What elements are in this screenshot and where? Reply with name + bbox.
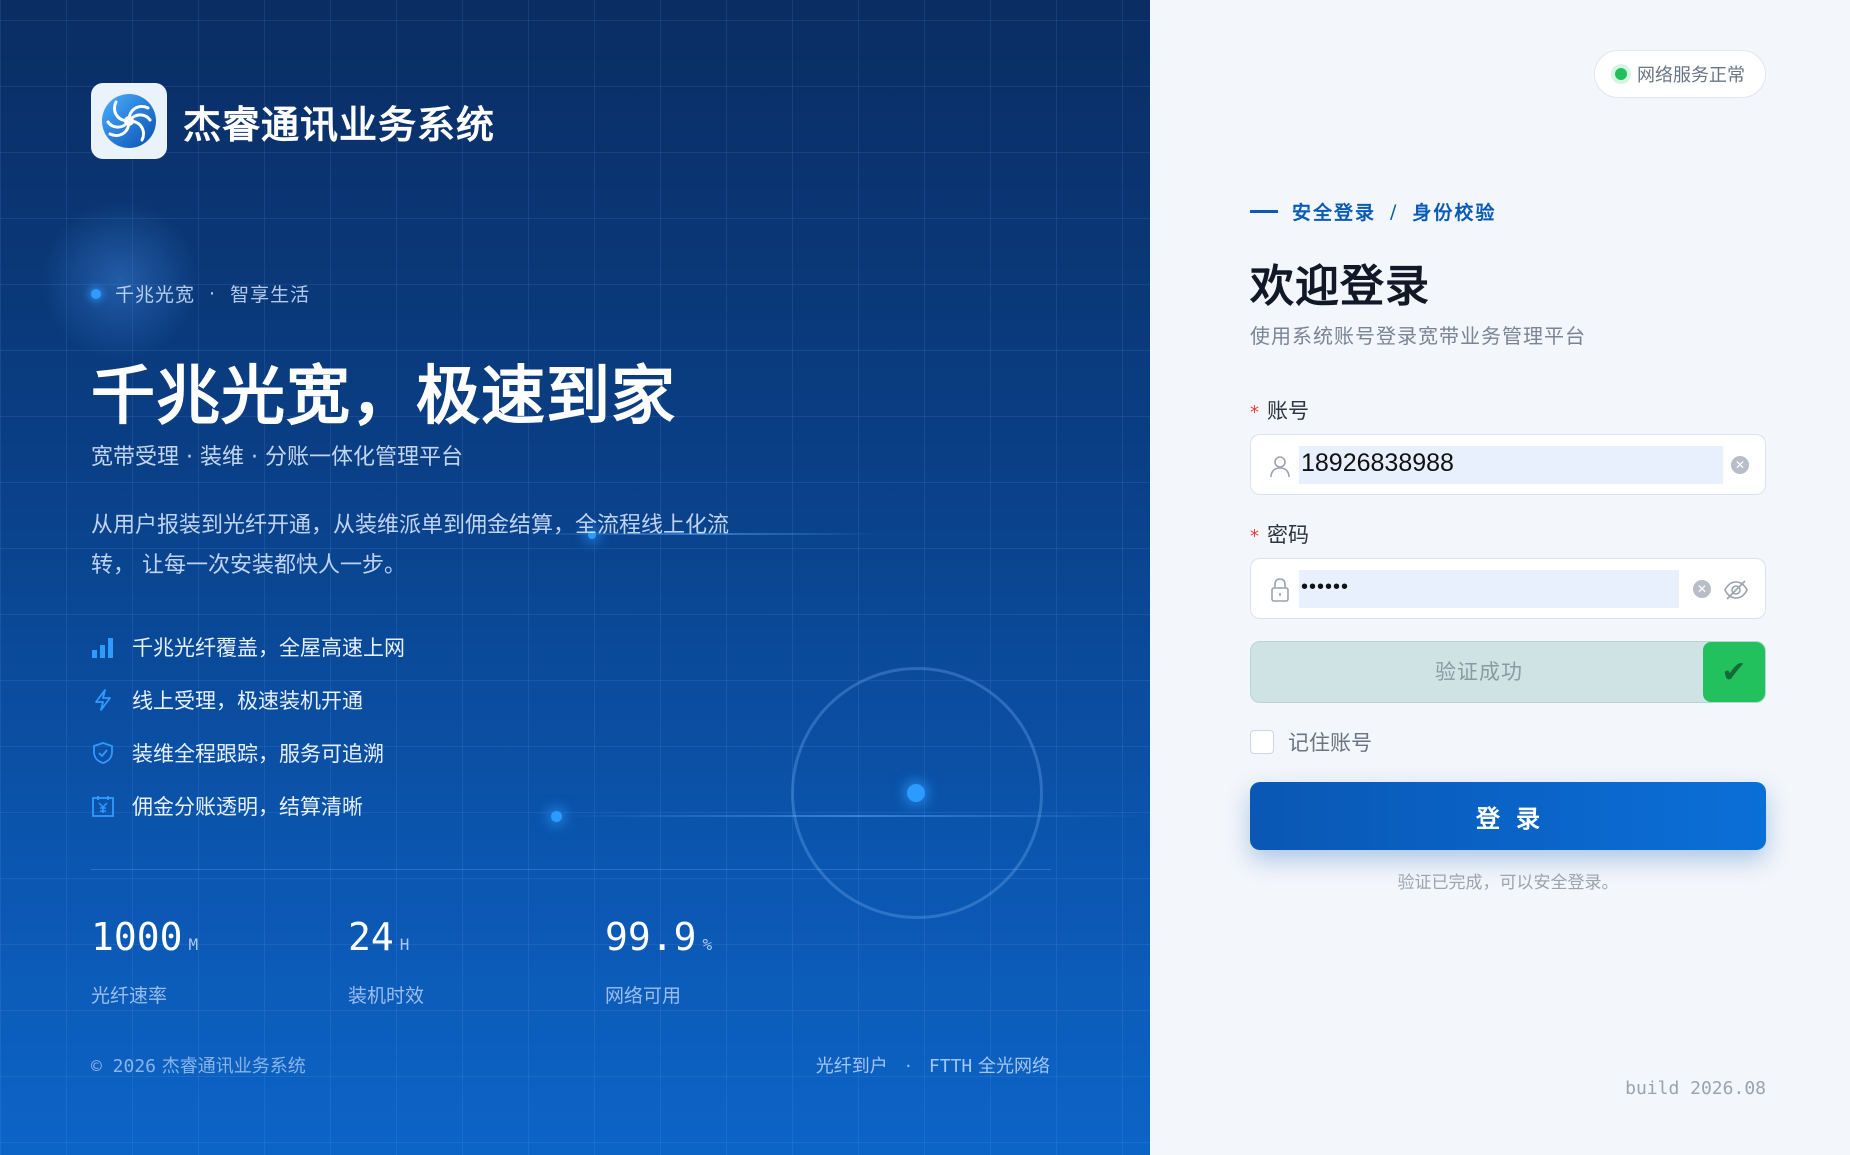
tagline-part-2: 智享生活	[230, 284, 311, 306]
login-panel: 网络服务正常 安全登录 / 身份校验 欢迎登录 使用系统账号登录宽带业务管理平台…	[1150, 0, 1850, 1155]
required-mark: *	[1250, 402, 1259, 423]
account-input[interactable]: 18926838988	[1301, 449, 1454, 478]
stat-label: 装机时效	[348, 985, 425, 1007]
stat-value: 24	[348, 915, 394, 959]
stat-item: 24 H 装机时效	[348, 915, 605, 1008]
stat-label: 网络可用	[605, 985, 682, 1007]
swirl-logo-icon	[91, 83, 167, 159]
breadcrumb: 安全登录 / 身份校验	[1250, 198, 1496, 225]
hero-subtitle: 宽带受理 · 装维 · 分账一体化管理平台	[91, 445, 463, 470]
page-title: 欢迎登录	[1250, 261, 1430, 312]
lock-icon	[1267, 577, 1293, 603]
stat-item: 99.9% 网络可用	[605, 915, 862, 1008]
breadcrumb-item: 身份校验	[1412, 202, 1497, 224]
captcha-handle[interactable]: ✔	[1703, 642, 1765, 702]
autofill-highlight	[1299, 570, 1679, 608]
stat-label: 光纤速率	[91, 985, 168, 1007]
yen-calendar-icon	[91, 794, 115, 818]
feature-item: 线上受理，极速装机开通	[91, 673, 405, 726]
password-field[interactable]: •••••• ✕	[1250, 558, 1766, 619]
slider-captcha[interactable]: 验证成功 ✔	[1250, 641, 1766, 703]
clear-icon[interactable]: ✕	[1693, 580, 1711, 598]
glow-dot	[551, 811, 562, 822]
stat-item: 1000 M 光纤速率	[91, 915, 348, 1008]
network-status-badge: 网络服务正常	[1594, 50, 1766, 98]
hero-description: 从用户报装到光纤开通，从装维派单到佣金结算，全流程线上化流转， 让每一次安装都快…	[91, 513, 730, 578]
copyright-name: 杰睿通讯业务系统	[161, 1056, 306, 1077]
promo-panel: 杰睿通讯业务系统 千兆光宽 · 智享生活 千兆光宽，极速到家 宽带受理 · 装维…	[0, 0, 1150, 1155]
hero-title: 千兆光宽，极速到家	[91, 360, 676, 434]
password-input[interactable]: ••••••	[1301, 576, 1349, 599]
footer-slogan-part-2: 全光网络	[978, 1056, 1050, 1077]
tagline-dot	[91, 288, 101, 299]
feature-label: 装维全程跟踪，服务可追溯	[132, 741, 384, 766]
feature-item: 装维全程跟踪，服务可追溯	[91, 726, 405, 779]
stat-unit: H	[399, 935, 410, 954]
password-label: * 密码	[1250, 519, 1309, 549]
build-version: build 2026.08	[1625, 1078, 1766, 1099]
login-button[interactable]: 登录	[1250, 782, 1766, 850]
feature-label: 线上受理，极速装机开通	[132, 688, 363, 713]
password-label-text: 密码	[1267, 523, 1309, 547]
copyright: © 2026 杰睿通讯业务系统	[91, 1052, 306, 1078]
clear-icon[interactable]: ✕	[1731, 456, 1749, 474]
captcha-status-text: 验证成功	[1435, 660, 1523, 684]
feature-item: 千兆光纤覆盖，全屋高速上网	[91, 620, 405, 673]
stat-unit: %	[702, 935, 713, 954]
remember-account[interactable]: 记住账号	[1250, 727, 1372, 757]
breadcrumb-bar	[1250, 210, 1278, 213]
shield-check-icon	[91, 741, 115, 765]
breadcrumb-item: 安全登录	[1292, 202, 1377, 224]
divider	[91, 869, 1051, 870]
remember-checkbox[interactable]	[1250, 730, 1274, 754]
copyright-year: © 2026	[91, 1056, 157, 1077]
breadcrumb-separator: /	[1390, 200, 1399, 223]
brand-name: 杰睿通讯业务系统	[183, 102, 496, 147]
account-field[interactable]: 18926838988 ✕	[1250, 434, 1766, 495]
tagline-separator: ·	[209, 282, 217, 305]
footer-slogan-ftth: FTTH	[928, 1056, 973, 1077]
lightning-icon	[91, 688, 115, 712]
stat-value: 1000	[91, 915, 183, 959]
remember-label: 记住账号	[1288, 731, 1372, 755]
login-hint: 验证已完成，可以安全登录。	[1397, 873, 1619, 893]
footer-slogan: 光纤到户 · FTTH 全光网络	[816, 1052, 1050, 1078]
feature-label: 佣金分账透明，结算清晰	[132, 794, 363, 819]
feature-list: 千兆光纤覆盖，全屋高速上网 线上受理，极速装机开通 装维全程跟踪，服务可追溯 佣…	[91, 620, 405, 832]
footer-slogan-part-1: 光纤到户	[815, 1056, 888, 1077]
stat-unit: M	[188, 935, 199, 954]
eye-off-icon[interactable]	[1723, 577, 1749, 603]
account-label: * 账号	[1250, 395, 1309, 425]
checkmark-icon: ✔	[1721, 654, 1747, 690]
brand: 杰睿通讯业务系统	[91, 83, 495, 159]
required-mark: *	[1250, 526, 1259, 547]
footer-slogan-separator: ·	[905, 1056, 912, 1077]
account-label-text: 账号	[1267, 399, 1309, 423]
signal-bars-icon	[91, 635, 115, 659]
network-status-text: 网络服务正常	[1637, 65, 1745, 86]
status-dot	[1615, 68, 1627, 80]
user-icon	[1267, 453, 1293, 479]
feature-item: 佣金分账透明，结算清晰	[91, 779, 405, 832]
stats-row: 1000 M 光纤速率 24 H 装机时效 99.9% 网络可用	[91, 915, 862, 1008]
feature-label: 千兆光纤覆盖，全屋高速上网	[132, 635, 405, 660]
stat-value: 99.9	[605, 915, 697, 959]
tagline-part-1: 千兆光宽	[115, 284, 196, 306]
tagline: 千兆光宽 · 智享生活	[91, 280, 310, 307]
page-subtitle: 使用系统账号登录宽带业务管理平台	[1250, 324, 1586, 348]
glow-dot	[907, 784, 925, 802]
